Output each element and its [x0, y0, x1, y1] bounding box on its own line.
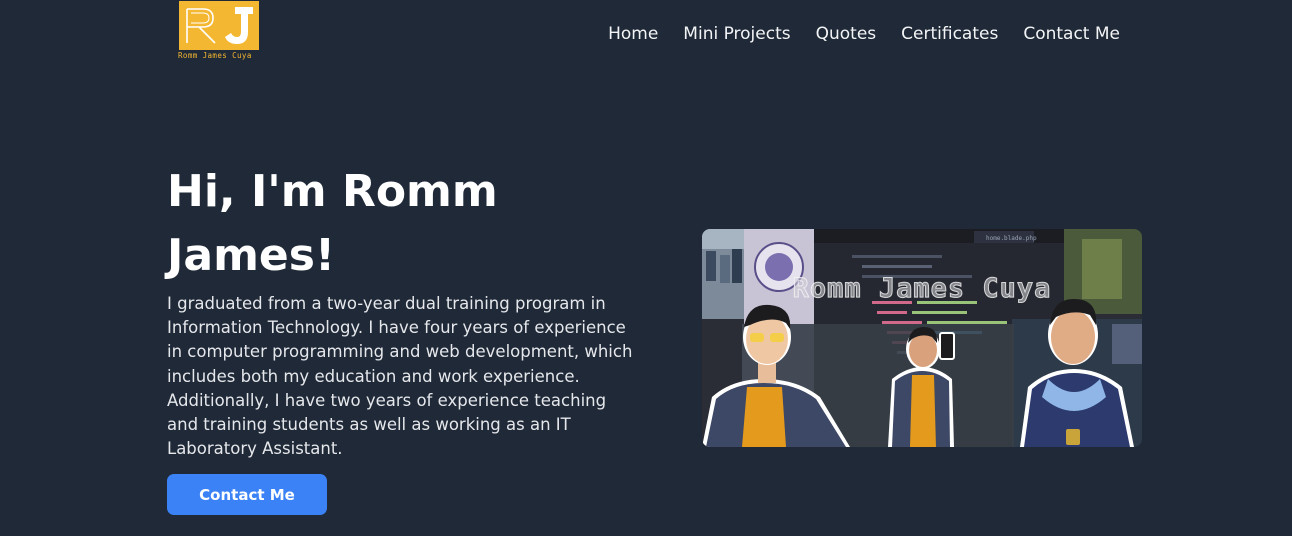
- main-nav: Home Mini Projects Quotes Certificates C…: [608, 22, 1120, 46]
- nav-link-home[interactable]: Home: [608, 22, 658, 46]
- hero-title: Hi, I'm Romm James!: [167, 166, 498, 281]
- contact-me-button[interactable]: Contact Me: [167, 474, 327, 515]
- nav-link-quotes[interactable]: Quotes: [816, 22, 877, 46]
- site-header: Romm James Cuya Home Mini Projects Quote…: [0, 0, 1292, 70]
- nav-link-certificates[interactable]: Certificates: [901, 22, 998, 46]
- nav-link-contact-me[interactable]: Contact Me: [1023, 22, 1120, 46]
- hero-collage-image: home.blade.php Romm James Cuya: [702, 229, 1142, 447]
- svg-text:home.blade.php: home.blade.php: [986, 235, 1037, 242]
- nav-link-mini-projects[interactable]: Mini Projects: [683, 22, 790, 46]
- hero-description: I graduated from a two-year dual trainin…: [167, 294, 633, 459]
- logo-caption: Romm James Cuya: [178, 51, 252, 60]
- site-logo[interactable]: Romm James Cuya: [178, 0, 262, 64]
- collage-overlay-text: Romm James Cuya: [792, 273, 1052, 305]
- logo-mark-icon: [179, 1, 259, 50]
